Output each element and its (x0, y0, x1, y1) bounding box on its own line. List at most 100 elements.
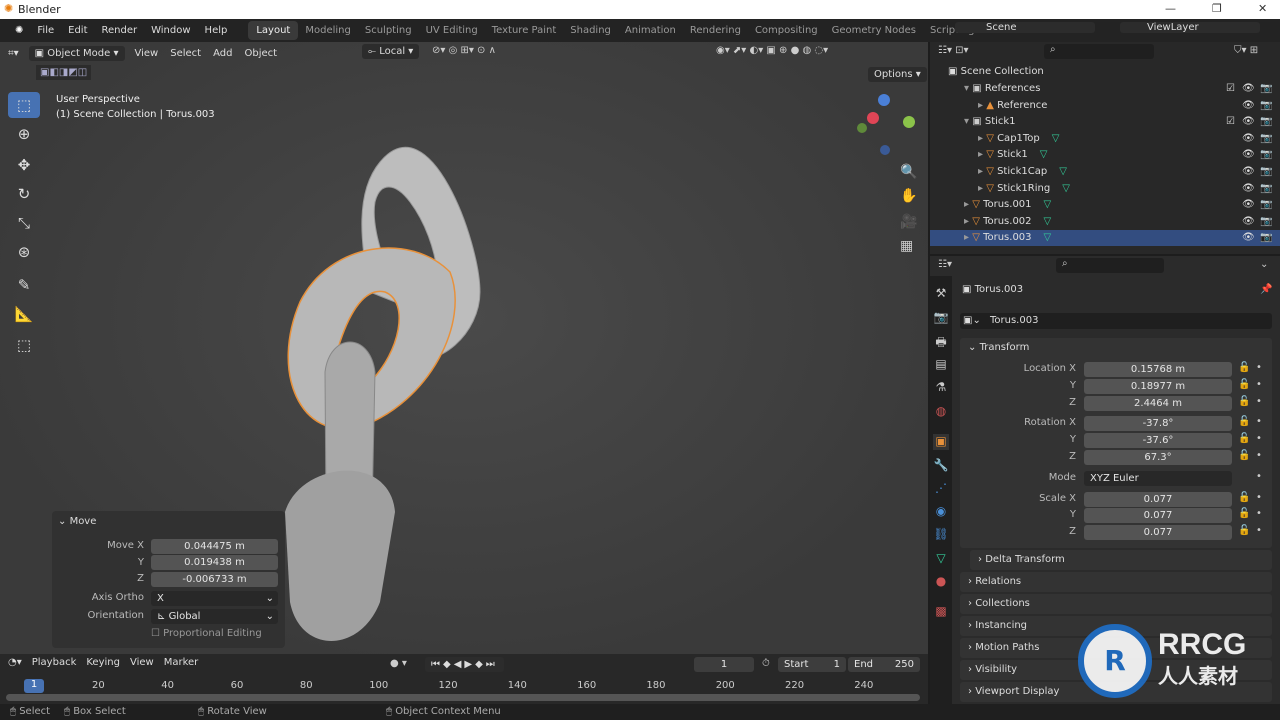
expand-arrow-icon[interactable]: ▸ (964, 199, 972, 210)
outliner-item[interactable]: ▸ ▽ Torus.001 ▽ 👁 📷 (930, 197, 1280, 213)
view-layer-selector[interactable]: ViewLayer (1120, 22, 1260, 33)
visibility-eye-icon[interactable]: 👁 (1242, 197, 1255, 213)
end-frame-field[interactable]: End 250 (848, 657, 920, 672)
lock-icon[interactable]: 🔓 (1238, 416, 1250, 427)
properties-search[interactable]: ⌕ (1056, 258, 1164, 273)
output-tab-icon[interactable]: 🖶 (933, 333, 949, 349)
lock-icon[interactable]: 🔓 (1238, 362, 1250, 373)
physics-tab-icon[interactable]: ◉ (933, 504, 949, 520)
expand-arrow-icon[interactable]: ▸ (964, 216, 972, 227)
rotation-x-field[interactable]: -37.8° (1084, 416, 1232, 431)
minimize-button[interactable]: — (1165, 2, 1176, 15)
world-tab-icon[interactable]: ◍ (933, 404, 949, 420)
lock-icon[interactable]: 🔓 (1238, 379, 1250, 390)
transform-header[interactable]: ⌄ Transform (968, 342, 1029, 353)
render-camera-icon[interactable]: 📷 (1260, 181, 1272, 197)
section-delta-transform[interactable]: › Delta Transform (970, 550, 1272, 570)
camera-icon[interactable]: 🎥 (900, 214, 917, 230)
lock-icon[interactable]: 🔓 (1238, 508, 1250, 519)
location-y-field[interactable]: 0.18977 m (1084, 379, 1232, 394)
timeline-menu-keying[interactable]: Keying (86, 657, 120, 668)
workspace-tab-rendering[interactable]: Rendering (683, 25, 748, 36)
constraints-tab-icon[interactable]: ⛓ (933, 527, 949, 543)
workspace-tab-animation[interactable]: Animation (618, 25, 683, 36)
start-frame-field[interactable]: Start 1 (778, 657, 846, 672)
expand-arrow-icon[interactable]: ▸ (978, 183, 986, 194)
menu-render[interactable]: Render (95, 25, 145, 36)
workspace-tab-modeling[interactable]: Modeling (298, 25, 358, 36)
modifier-tab-icon[interactable]: 🔧 (933, 458, 949, 474)
render-camera-icon[interactable]: 📷 (1260, 98, 1272, 114)
scene-tab-icon[interactable]: ⚗ (933, 380, 949, 396)
render-camera-icon[interactable]: 📷 (1260, 147, 1272, 163)
keyframe-dot-icon[interactable]: • (1256, 362, 1262, 373)
maximize-button[interactable]: ❐ (1212, 2, 1222, 15)
tool-tab-icon[interactable]: ⚒ (933, 286, 949, 302)
menu-help[interactable]: Help (198, 25, 235, 36)
timeline-scrollbar[interactable] (6, 694, 920, 701)
timeline-menu-playback[interactable]: Playback (32, 657, 77, 668)
keyframe-dot-icon[interactable]: • (1256, 450, 1262, 461)
keyframe-dot-icon[interactable]: • (1256, 471, 1262, 482)
filter-icon[interactable]: ⛉▾ ⊞ (1234, 45, 1258, 56)
render-camera-icon[interactable]: 📷 (1260, 164, 1272, 180)
texture-tab-icon[interactable]: ▩ (933, 604, 949, 620)
expand-arrow-icon[interactable]: ▸ (978, 166, 986, 177)
outliner-item[interactable]: ▾ ▣ Stick1 👁 📷 ☑ (930, 114, 1280, 130)
timeline-menu-marker[interactable]: Marker (164, 657, 199, 668)
expand-arrow-icon[interactable]: ▸ (978, 100, 986, 111)
keyframe-dot-icon[interactable]: • (1256, 525, 1262, 536)
outliner-item[interactable]: ▸ ▽ Stick1Ring ▽ 👁 📷 (930, 181, 1280, 197)
keyframe-record-button[interactable]: ● ▾ (390, 658, 407, 669)
current-frame-field[interactable]: 1 (694, 657, 754, 672)
object-name-field[interactable]: ▣⌄ Torus.003 (960, 313, 1272, 329)
keyframe-dot-icon[interactable]: • (1256, 379, 1262, 390)
rotation-z-field[interactable]: 67.3° (1084, 450, 1232, 465)
expand-arrow-icon[interactable]: ▸ (964, 232, 972, 243)
expand-arrow-icon[interactable]: ▸ (978, 149, 986, 160)
location-x-field[interactable]: 0.15768 m (1084, 362, 1232, 377)
outliner-item[interactable]: ▸ ▽ Stick1 ▽ 👁 📷 (930, 147, 1280, 163)
workspace-tab-compositing[interactable]: Compositing (748, 25, 825, 36)
workspace-tab-sculpting[interactable]: Sculpting (358, 25, 419, 36)
render-camera-icon[interactable]: 📷 (1260, 197, 1272, 213)
ortho-grid-icon[interactable]: ▦ (900, 238, 913, 254)
visibility-eye-icon[interactable]: 👁 (1242, 98, 1255, 114)
lock-icon[interactable]: 🔓 (1238, 396, 1250, 407)
render-camera-icon[interactable]: 📷 (1260, 81, 1272, 97)
render-tab-icon[interactable]: 📷 (933, 310, 949, 326)
keyframe-dot-icon[interactable]: • (1256, 416, 1262, 427)
particles-tab-icon[interactable]: ⋰ (933, 481, 949, 497)
lock-icon[interactable]: 🔓 (1238, 525, 1250, 536)
material-tab-icon[interactable]: ● (933, 574, 949, 590)
move-y-field[interactable]: 0.019438 m (151, 555, 278, 570)
playback-controls[interactable]: ⏮◆◀▶◆⏭ (425, 657, 504, 672)
section-collections[interactable]: › Collections (960, 594, 1272, 614)
playhead[interactable]: 1 (24, 679, 44, 693)
keyframe-dot-icon[interactable]: • (1256, 433, 1262, 444)
blender-menu-icon[interactable]: ✺ (8, 25, 30, 36)
lock-icon[interactable]: 🔓 (1238, 492, 1250, 503)
workspace-tab-shading[interactable]: Shading (563, 25, 618, 36)
outliner-item[interactable]: ▸ ▲ Reference 👁 📷 (930, 98, 1280, 114)
render-camera-icon[interactable]: 📷 (1260, 131, 1272, 147)
render-camera-icon[interactable]: 📷 (1260, 230, 1272, 246)
scene-selector[interactable]: Scene (955, 22, 1095, 33)
pin-icon[interactable]: 📌 (1260, 284, 1272, 295)
scale-z-field[interactable]: 0.077 (1084, 525, 1232, 540)
workspace-tab-uv-editing[interactable]: UV Editing (419, 25, 485, 36)
visibility-eye-icon[interactable]: 👁 (1242, 81, 1255, 97)
move-x-field[interactable]: 0.044475 m (151, 539, 278, 554)
keyframe-dot-icon[interactable]: • (1256, 508, 1262, 519)
menu-edit[interactable]: Edit (61, 25, 94, 36)
scale-y-field[interactable]: 0.077 (1084, 508, 1232, 523)
expand-arrow-icon[interactable]: ▾ (964, 83, 972, 94)
zoom-icon[interactable]: 🔍 (900, 164, 917, 180)
outliner-scene-collection[interactable]: ▣ Scene Collection (930, 64, 1280, 80)
timeline-editor-icon[interactable]: ◔▾ (8, 657, 22, 668)
lock-icon[interactable]: 🔓 (1238, 450, 1250, 461)
visibility-eye-icon[interactable]: 👁 (1242, 214, 1255, 230)
render-camera-icon[interactable]: 📷 (1260, 114, 1272, 130)
axis-ortho-select[interactable]: X ⌄ (151, 591, 278, 606)
data-tab-icon[interactable]: ▽ (933, 551, 949, 567)
